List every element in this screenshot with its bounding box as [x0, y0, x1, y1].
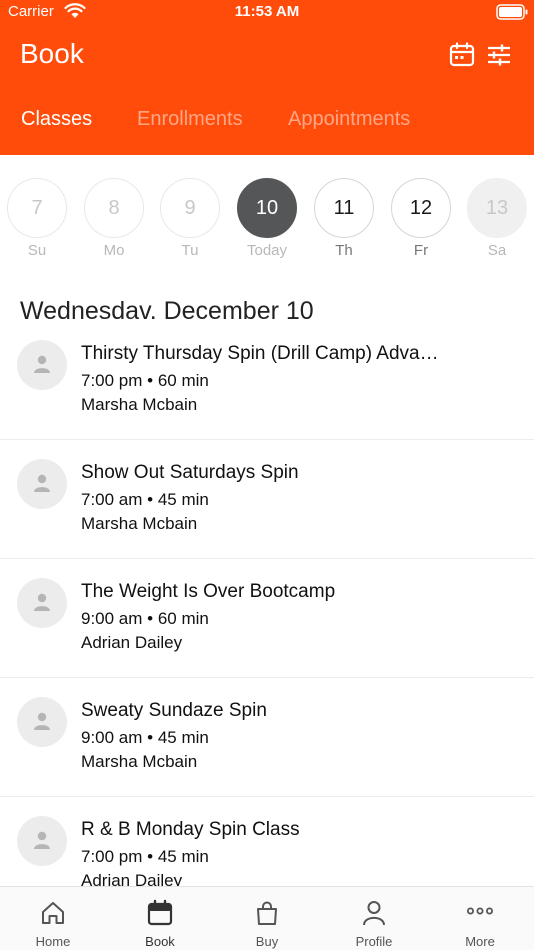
class-instructor: Adrian Dailey — [81, 633, 183, 652]
avatar — [17, 459, 67, 509]
tab-appointments[interactable]: Appointments — [288, 108, 410, 131]
tab-label: Book — [145, 934, 175, 949]
tab-classes[interactable]: Classes — [21, 108, 92, 131]
class-time: 7:00 pm • 60 min — [81, 371, 209, 390]
class-time: 7:00 am • 45 min — [81, 490, 209, 509]
person-icon — [34, 712, 50, 730]
person-icon — [34, 831, 50, 849]
calendar-icon[interactable] — [449, 42, 475, 68]
date-strip: 7 Su 8 Mo 9 Tu 10 Today 11 Th 12 Fr 13 S… — [0, 178, 534, 266]
clock: 11:53 AM — [234, 3, 300, 20]
avatar — [17, 340, 67, 390]
class-time: 9:00 am • 45 min — [81, 728, 209, 747]
tab-buy[interactable]: Buy — [227, 887, 307, 950]
tab-enrollments[interactable]: Enrollments — [137, 108, 243, 131]
class-time: 9:00 am • 60 min — [81, 609, 209, 628]
avatar — [17, 816, 67, 866]
home-icon — [42, 902, 64, 924]
page-title: Book — [20, 38, 84, 69]
shopping-bag-icon — [257, 901, 277, 925]
date-day-8[interactable]: 8 Mo — [84, 178, 144, 266]
date-number: 13 — [467, 178, 527, 238]
bottom-tab-bar: Home Book Buy Profile More — [0, 886, 534, 950]
class-title: Show Out Saturdays Spin — [81, 462, 299, 483]
date-day-7[interactable]: 7 Su — [7, 178, 67, 266]
date-day-12[interactable]: 12 Fr — [391, 178, 451, 266]
date-day-today[interactable]: 10 Today — [237, 178, 297, 266]
weekday-label: Mo — [103, 242, 125, 259]
tab-profile[interactable]: Profile — [334, 887, 414, 950]
date-number: 11 — [314, 178, 374, 238]
class-title: R & B Monday Spin Class — [81, 819, 300, 840]
class-item[interactable]: Show Out Saturdays Spin 7:00 am • 45 min… — [0, 440, 534, 559]
tab-label: Home — [35, 934, 71, 949]
tab-label: Profile — [355, 934, 393, 949]
weekday-label: Fr — [413, 242, 429, 259]
date-day-9[interactable]: 9 Tu — [160, 178, 220, 266]
tab-home[interactable]: Home — [13, 887, 93, 950]
more-dots-icon — [467, 907, 493, 915]
weekday-label: Tu — [181, 242, 199, 259]
filter-sliders-icon[interactable] — [486, 42, 512, 68]
class-time: 7:00 pm • 45 min — [81, 847, 209, 866]
avatar — [17, 697, 67, 747]
class-instructor: Marsha Mcbain — [81, 752, 198, 771]
date-day-13[interactable]: 13 Sa — [467, 178, 527, 266]
class-item[interactable]: Sweaty Sundaze Spin 9:00 am • 45 min Mar… — [0, 678, 534, 797]
date-number: 9 — [160, 178, 220, 238]
app-header: Carrier 11:53 AM Book Classes Enrollment… — [0, 0, 534, 155]
weekday-label: Sa — [487, 242, 507, 259]
date-number: 7 — [7, 178, 67, 238]
class-title: Thirsty Thursday Spin (Drill Camp) Adva… — [81, 343, 439, 364]
weekday-label: Su — [27, 242, 47, 259]
date-day-11[interactable]: 11 Th — [314, 178, 374, 266]
avatar — [17, 578, 67, 628]
date-number: 8 — [84, 178, 144, 238]
person-icon — [34, 474, 50, 492]
class-title: The Weight Is Over Bootcamp — [81, 581, 336, 602]
date-number: 10 — [237, 178, 297, 238]
battery-icon — [496, 4, 528, 20]
class-instructor: Marsha Mcbain — [81, 395, 198, 414]
class-item[interactable]: The Weight Is Over Bootcamp 9:00 am • 60… — [0, 559, 534, 678]
person-icon — [34, 593, 50, 611]
class-title: Sweaty Sundaze Spin — [81, 700, 267, 721]
tab-book[interactable]: Book — [120, 887, 200, 950]
tab-label: More — [465, 934, 495, 949]
weekday-label: Today — [246, 242, 288, 259]
person-icon — [363, 901, 385, 926]
weekday-label: Th — [335, 242, 353, 259]
calendar-icon — [147, 899, 173, 926]
person-icon — [34, 355, 50, 373]
tab-label: Buy — [255, 934, 279, 949]
class-item[interactable]: Thirsty Thursday Spin (Drill Camp) Adva…… — [0, 321, 534, 440]
class-instructor: Marsha Mcbain — [81, 514, 198, 533]
status-bar: Carrier 11:53 AM — [0, 0, 534, 24]
booking-tabs: Classes Enrollments Appointments — [0, 108, 534, 138]
tab-more[interactable]: More — [440, 887, 520, 950]
date-number: 12 — [391, 178, 451, 238]
